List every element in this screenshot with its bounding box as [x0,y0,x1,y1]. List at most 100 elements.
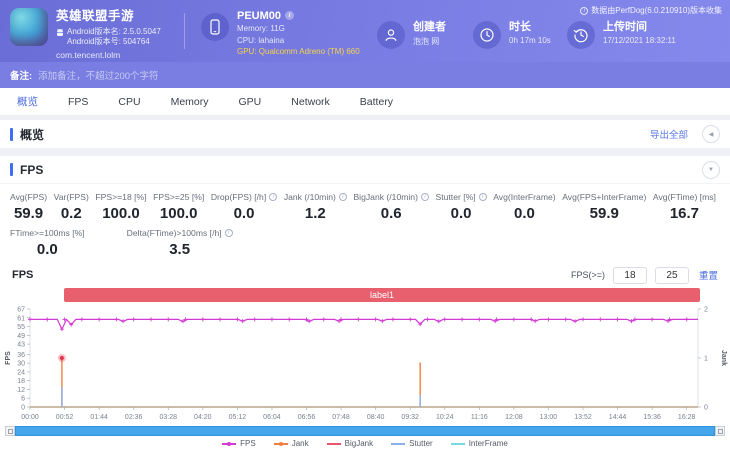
metric: Avg(FPS) 59.9 [10,192,47,222]
person-icon [377,20,405,49]
section-accent [10,163,13,176]
metric-label: Delta(FTime)>100ms [/h] i [127,228,233,238]
upload-time: 17/12/2021 18:32:11 [603,36,676,45]
metric-label: Var(FPS) [53,192,89,202]
svg-text:Jank: Jank [720,350,727,366]
device-info-icon[interactable]: i [285,11,295,21]
tab-gpu[interactable]: GPU [224,88,277,116]
tab-memory[interactable]: Memory [156,88,224,116]
svg-text:09:32: 09:32 [401,414,419,421]
svg-text:06:56: 06:56 [298,414,316,421]
report-header: 英雄联盟手游 Android版本名: 2.5.0.5047 Android版本号… [0,0,730,62]
fps-chart-title: FPS [12,269,34,281]
metric: Delta(FTime)>100ms [/h] i 3.5 [127,228,233,258]
fps-panel: FPS ▼ Avg(FPS) 59.9 Var(FPS) 0.2 FPS>=18 [%]… [0,156,730,463]
info-icon[interactable]: i [420,193,429,201]
legend-item-Jank[interactable]: Jank [273,439,309,448]
creator-block: 创建者 泡泡 网 [377,14,473,49]
metric-value: 16.7 [669,205,700,222]
legend-item-InterFrame[interactable]: InterFrame [450,439,508,448]
svg-text:12: 12 [17,387,25,394]
svg-text:55: 55 [17,324,25,331]
svg-text:01:44: 01:44 [90,414,108,421]
metric-label: FPS>=18 [%] [95,192,147,202]
android-version-code: Android版本号: 504764 [67,36,150,46]
metric-value: 100.0 [159,205,198,222]
svg-text:30: 30 [17,361,25,368]
threshold-input-high[interactable] [654,266,689,284]
scrollbar-right-button[interactable] [715,426,725,436]
chart-scrollbar[interactable] [5,426,725,436]
metric-value: 0.0 [233,205,255,222]
svg-text:FPS: FPS [5,351,12,365]
app-block: 英雄联盟手游 Android版本名: 2.5.0.5047 Android版本号… [10,3,182,60]
android-version-name: Android版本名: 2.5.0.5047 [67,26,161,36]
svg-text:43: 43 [17,342,25,349]
svg-text:11:16: 11:16 [471,414,488,421]
chevron-left-icon: ◀ [708,131,714,138]
svg-text:49: 49 [17,333,25,340]
clock-icon [473,20,501,49]
phone-icon [201,12,229,41]
upload-label: 上传时间 [603,20,647,33]
info-icon[interactable]: i [478,193,487,201]
tab-cpu[interactable]: CPU [103,88,155,116]
collapse-left-button[interactable]: ◀ [702,125,720,143]
tab-overview[interactable]: 概览 [2,88,53,116]
svg-text:36: 36 [17,352,25,359]
scrollbar-thumb[interactable] [15,426,715,436]
legend-label: Stutter [409,439,433,448]
creator-name: 泡泡 网 [413,37,440,46]
metric-value: 0.2 [60,205,82,222]
svg-text:0: 0 [21,405,25,412]
svg-text:1: 1 [704,356,708,363]
creator-label: 创建者 [413,20,446,33]
remarks-input[interactable]: 添加备注，不超过200个字符 [38,68,158,82]
metric-label: Avg(FPS) [10,192,48,202]
fps-chart-header: FPS FPS(>=) 重置 [0,265,730,285]
tab-battery[interactable]: Battery [345,88,408,116]
package-name: com.tencent.lolm [56,49,121,60]
fps-threshold-label: FPS(>=) [570,270,605,280]
threshold-input-low[interactable] [612,266,647,284]
info-icon[interactable]: i [338,193,347,201]
header-divider [184,13,185,49]
fps-section-title: FPS [20,162,44,177]
metric-value: 0.0 [36,241,58,258]
reset-button[interactable]: 重置 [699,268,718,282]
duration-block: 时长 0h 17m 10s [473,14,567,49]
info-icon[interactable]: i [269,193,278,201]
svg-text:10:24: 10:24 [436,414,454,421]
chart-legend: FPS Jank BigJank Stutter InterFrame [0,439,730,448]
info-icon[interactable]: i [224,229,233,237]
collapse-down-button[interactable]: ▼ [702,160,720,179]
overview-section-header: 概览 导出全部 ◀ [0,120,730,148]
device-cpu: CPU: lahaina [237,35,285,45]
remarks-bar[interactable]: 备注: 添加备注，不超过200个字符 [0,62,730,88]
legend-item-BigJank[interactable]: BigJank [326,439,373,448]
device-gpu: GPU: Qualcomm Adreno (TM) 660 [237,47,360,57]
metric-label: FTime>=100ms [%] [10,228,85,238]
legend-item-Stutter[interactable]: Stutter [391,439,433,448]
tab-bar: 概览 FPS CPU Memory GPU Network Battery [0,88,730,116]
history-clock-icon [567,20,595,49]
scrollbar-left-button[interactable] [5,426,15,436]
export-all-link[interactable]: 导出全部 [650,127,688,141]
metric-value: 3.5 [169,241,191,258]
svg-text:24: 24 [17,369,25,376]
tab-fps[interactable]: FPS [53,88,103,116]
fps-section-header: FPS ▼ [0,156,730,184]
svg-text:04:20: 04:20 [194,414,212,421]
svg-text:15:36: 15:36 [643,414,661,421]
svg-text:07:48: 07:48 [332,414,350,421]
legend-item-FPS[interactable]: FPS [222,439,256,448]
svg-text:16:28: 16:28 [678,414,696,421]
tab-network[interactable]: Network [276,88,345,116]
perfdog-version-note: i 数据由PerfDog(6.0.210910)版本收集 [580,5,722,16]
fps-chart[interactable]: 0612182430364349556167FPS012Jank00:00 00:… [0,303,730,425]
metric: Avg(FTime) [ms] 16.7 [653,192,716,222]
svg-text:0: 0 [704,405,708,412]
metric-label: Avg(FTime) [ms] [652,192,716,202]
scrollbar-track[interactable] [15,426,715,436]
metric-label: BigJank (/10min) i [353,192,429,202]
